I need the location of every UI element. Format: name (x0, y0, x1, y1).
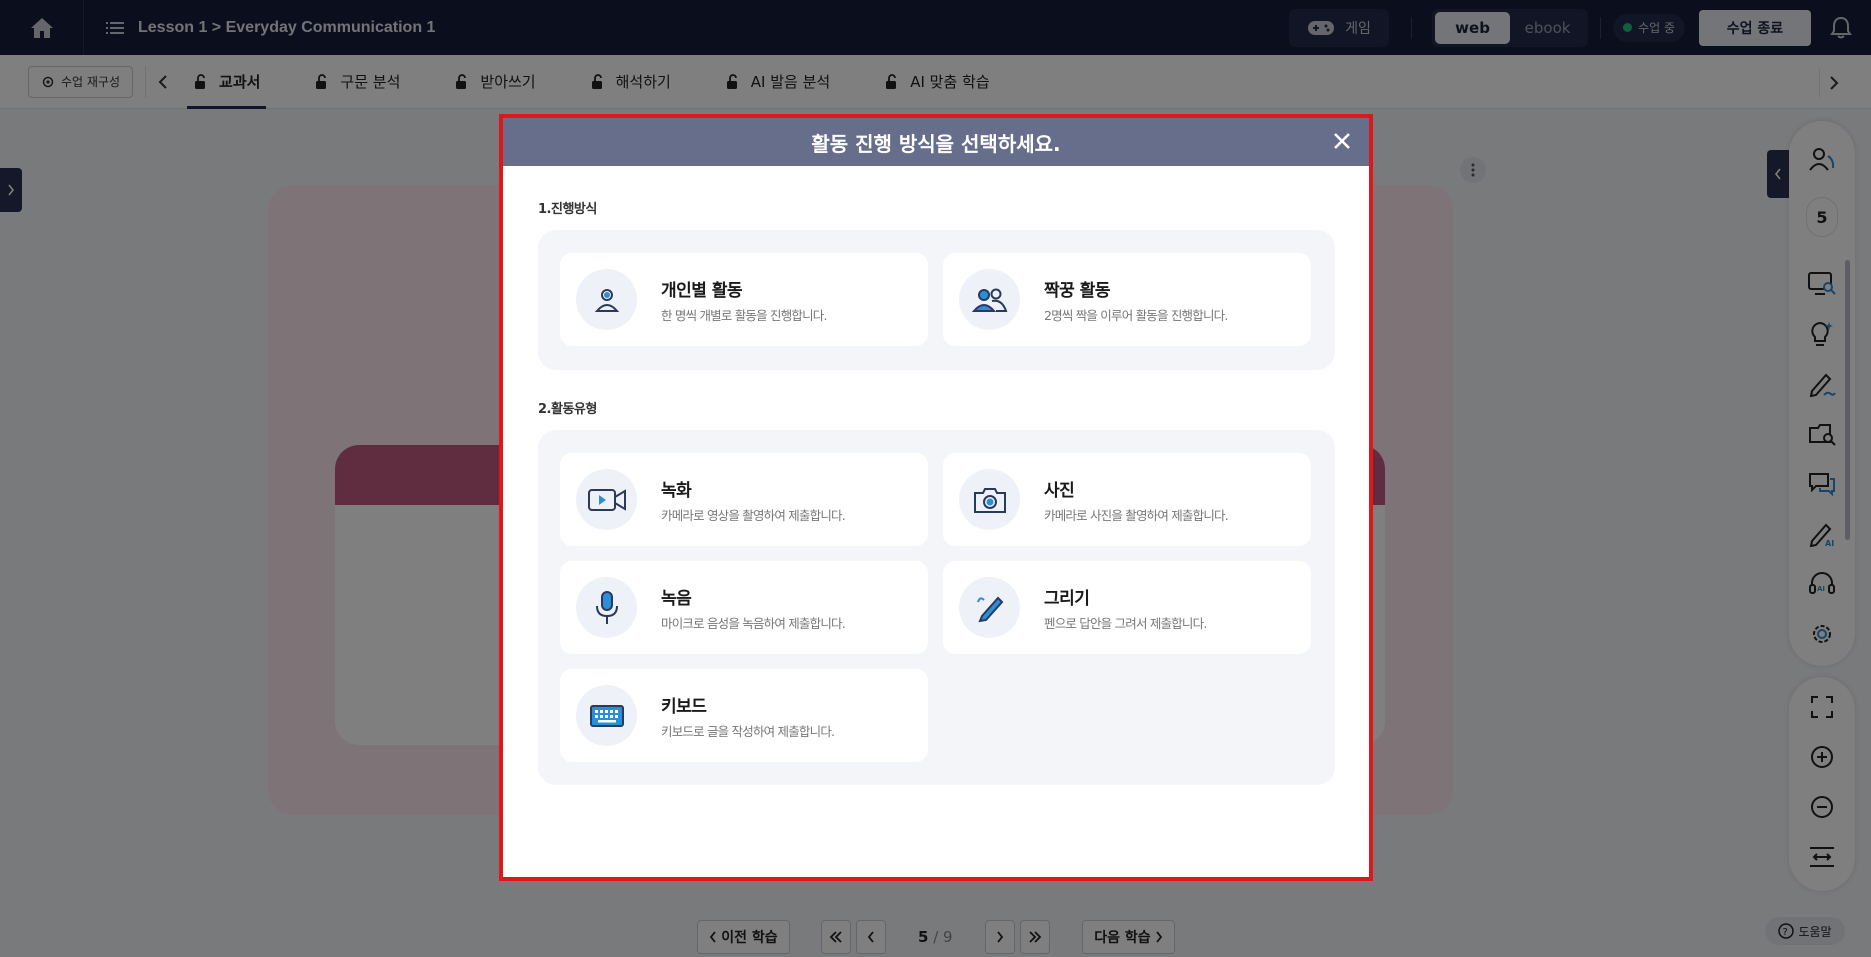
activity-mode-dialog: 활동 진행 방식을 선택하세요. 1.진행방식 개인별 활동 한 명씩 개별로 … (499, 114, 1373, 881)
dialog-header: 활동 진행 방식을 선택하세요. (503, 118, 1369, 166)
option-title: 사진 (1044, 480, 1075, 501)
option-title: 녹음 (661, 588, 692, 609)
option-icon-bg (959, 577, 1020, 638)
camera-icon (973, 487, 1006, 513)
close-icon (1334, 133, 1350, 149)
option-title: 개인별 활동 (661, 280, 743, 301)
option-title: 짝꿍 활동 (1044, 280, 1110, 301)
option-icon-bg (959, 269, 1020, 330)
option-drawing[interactable]: 그리기 펜으로 답안을 그려서 제출합니다. (943, 561, 1311, 654)
keyboard-icon (589, 704, 624, 727)
option-icon-bg (959, 469, 1020, 530)
section-type-label: 2.활동유형 (538, 402, 597, 417)
video-camera-icon (587, 488, 626, 511)
dialog-title: 활동 진행 방식을 선택하세요. (811, 131, 1061, 156)
pair-icon (971, 288, 1007, 312)
option-title: 녹화 (661, 480, 692, 501)
option-keyboard[interactable]: 키보드 키보드로 글을 작성하여 제출합니다. (560, 669, 928, 762)
option-description: 한 명씩 개별로 활동을 진행합니다. (661, 307, 827, 323)
option-description: 2명씩 짝을 이루어 활동을 진행합니다. (1044, 307, 1228, 323)
option-icon-bg (576, 269, 637, 330)
option-video[interactable]: 녹화 카메라로 영상을 촬영하여 제출합니다. (560, 453, 928, 546)
option-icon-bg (576, 577, 637, 638)
option-icon-bg (576, 469, 637, 530)
option-description: 펜으로 답안을 그려서 제출합니다. (1044, 615, 1207, 631)
option-title: 그리기 (1044, 588, 1090, 609)
option-icon-bg (576, 685, 637, 746)
option-title: 키보드 (661, 696, 707, 717)
option-individual[interactable]: 개인별 활동 한 명씩 개별로 활동을 진행합니다. (560, 253, 928, 346)
close-button[interactable] (1329, 128, 1355, 154)
option-description: 카메라로 영상을 촬영하여 제출합니다. (661, 507, 846, 523)
pen-icon (976, 596, 1003, 622)
option-description: 카메라로 사진을 촬영하여 제출합니다. (1044, 507, 1229, 523)
type-section: 녹화 카메라로 영상을 촬영하여 제출합니다. 사진 카메라로 사진을 촬영하여… (538, 430, 1335, 785)
option-description: 마이크로 음성을 녹음하여 제출합니다. (661, 615, 846, 631)
section-mode-label: 1.진행방식 (538, 202, 597, 217)
option-description: 키보드로 글을 작성하여 제출합니다. (661, 723, 835, 739)
microphone-icon (595, 590, 618, 624)
option-pair[interactable]: 짝꿍 활동 2명씩 짝을 이루어 활동을 진행합니다. (943, 253, 1311, 346)
option-audio[interactable]: 녹음 마이크로 음성을 녹음하여 제출합니다. (560, 561, 928, 654)
person-icon (594, 288, 619, 312)
option-photo[interactable]: 사진 카메라로 사진을 촬영하여 제출합니다. (943, 453, 1311, 546)
mode-section: 개인별 활동 한 명씩 개별로 활동을 진행합니다. 짝꿍 활동 2명씩 짝을 … (538, 230, 1335, 370)
